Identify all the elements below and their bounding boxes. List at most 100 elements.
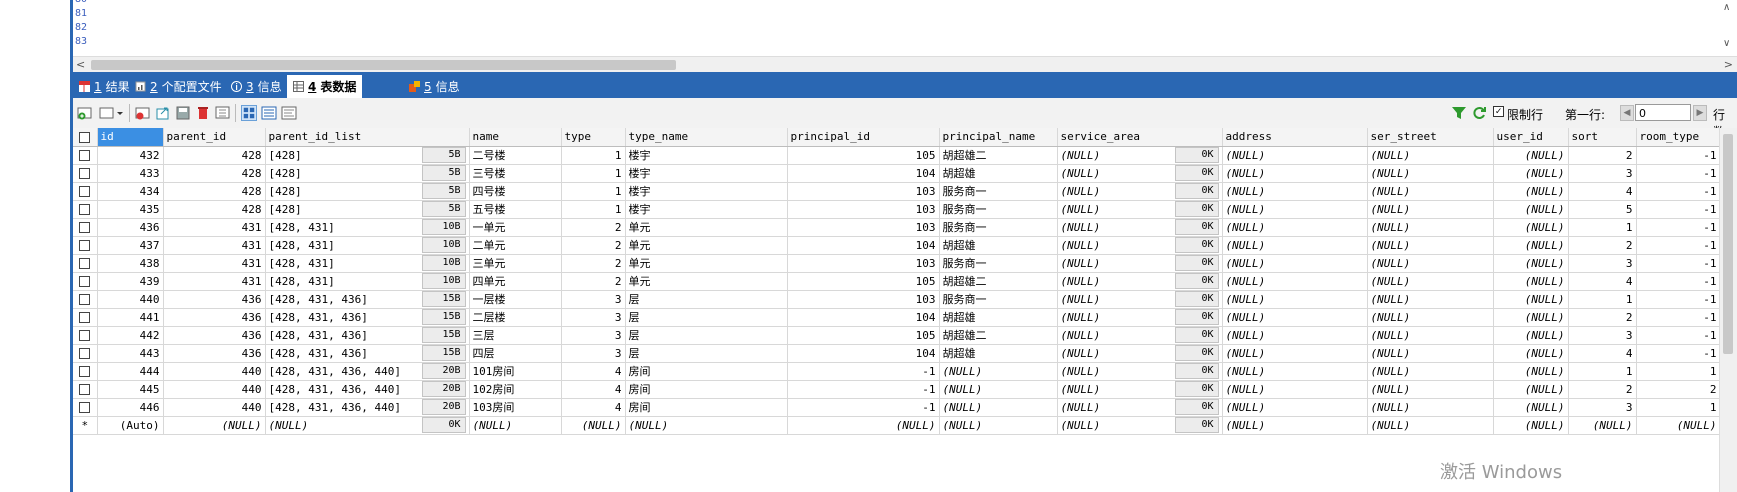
- cell-ser-street[interactable]: (NULL): [1367, 164, 1494, 183]
- blob-size-button[interactable]: 0K: [1174, 417, 1219, 433]
- cell-service-area[interactable]: (NULL) 0K: [1057, 182, 1223, 201]
- cell-address[interactable]: (NULL): [1222, 380, 1368, 399]
- cell-id[interactable]: 438: [97, 254, 164, 273]
- cell-ser-street[interactable]: (NULL): [1367, 344, 1494, 363]
- cell-ser-street[interactable]: (NULL): [1367, 416, 1494, 435]
- blob-size-button[interactable]: 0K: [1174, 273, 1219, 289]
- blob-size-button[interactable]: 0K: [1174, 327, 1219, 343]
- cell-type[interactable]: 4: [561, 380, 626, 399]
- table-row[interactable]: 441 436 [428, 431, 436] 15B 二层楼 3 层 104 胡超雄 (NULL…: [73, 308, 1721, 327]
- cell-principal-id[interactable]: 105: [787, 326, 940, 345]
- cell-type[interactable]: (NULL): [561, 416, 626, 435]
- cell-principal-name[interactable]: 服务商一: [939, 200, 1058, 219]
- blob-size-button[interactable]: 0K: [1174, 399, 1219, 415]
- column-header-ser-street[interactable]: ser_street: [1367, 128, 1494, 147]
- cell-parent-id[interactable]: (NULL): [163, 416, 266, 435]
- cell-user-id[interactable]: (NULL): [1493, 326, 1569, 345]
- copy-row-dropdown-icon[interactable]: [99, 105, 125, 121]
- limit-rows-checkbox[interactable]: ✓: [1493, 106, 1504, 117]
- cell-service-area[interactable]: (NULL) 0K: [1057, 290, 1223, 309]
- column-header-id[interactable]: id: [97, 128, 164, 147]
- cell-room-type[interactable]: -1: [1636, 308, 1721, 327]
- blob-size-button[interactable]: 15B: [421, 327, 466, 343]
- cell-principal-id[interactable]: 103: [787, 182, 940, 201]
- cell-user-id[interactable]: (NULL): [1493, 182, 1569, 201]
- cell-parent-id-list[interactable]: [428] 5B: [265, 164, 470, 183]
- cell-parent-id-list[interactable]: [428, 431, 436] 15B: [265, 326, 470, 345]
- refresh-icon[interactable]: [1471, 105, 1487, 121]
- row-checkbox[interactable]: [73, 272, 98, 291]
- cell-type[interactable]: 2: [561, 272, 626, 291]
- cell-address[interactable]: (NULL): [1222, 218, 1368, 237]
- cell-principal-name[interactable]: 胡超雄二: [939, 272, 1058, 291]
- cell-service-area[interactable]: (NULL) 0K: [1057, 164, 1223, 183]
- cell-address[interactable]: (NULL): [1222, 362, 1368, 381]
- cell-sort[interactable]: 5: [1568, 200, 1637, 219]
- row-checkbox[interactable]: [73, 254, 98, 273]
- cell-principal-name[interactable]: 服务商一: [939, 290, 1058, 309]
- cell-id[interactable]: 437: [97, 236, 164, 255]
- prev-page-button[interactable]: ◀: [1620, 105, 1634, 121]
- cell-type-name[interactable]: 单元: [625, 272, 788, 291]
- cell-parent-id[interactable]: 431: [163, 218, 266, 237]
- cell-type-name[interactable]: 房间: [625, 380, 788, 399]
- cell-address[interactable]: (NULL): [1222, 272, 1368, 291]
- blob-size-button[interactable]: 0K: [1174, 291, 1219, 307]
- cell-parent-id-list[interactable]: (NULL) 0K: [265, 416, 470, 435]
- cell-type-name[interactable]: 楼宇: [625, 182, 788, 201]
- cell-type[interactable]: 2: [561, 218, 626, 237]
- column-header-service-area[interactable]: service_area: [1057, 128, 1223, 147]
- cell-principal-id[interactable]: 103: [787, 218, 940, 237]
- cell-name[interactable]: 101房间: [469, 362, 562, 381]
- cell-sort[interactable]: 4: [1568, 344, 1637, 363]
- cell-parent-id[interactable]: 436: [163, 308, 266, 327]
- cell-room-type[interactable]: -1: [1636, 200, 1721, 219]
- blob-size-button[interactable]: 5B: [421, 165, 466, 181]
- cell-type[interactable]: 2: [561, 254, 626, 273]
- table-row[interactable]: 439 431 [428, 431] 10B 四单元 2 单元 105 胡超雄二 (NULL) 0K…: [73, 272, 1721, 291]
- cell-room-type[interactable]: -1: [1636, 290, 1721, 309]
- cell-principal-id[interactable]: -1: [787, 362, 940, 381]
- cell-room-type[interactable]: -1: [1636, 164, 1721, 183]
- blob-size-button[interactable]: 10B: [421, 219, 466, 235]
- cell-room-type[interactable]: (NULL): [1636, 416, 1721, 435]
- cell-principal-name[interactable]: (NULL): [939, 362, 1058, 381]
- row-checkbox[interactable]: [73, 182, 98, 201]
- cell-id[interactable]: 446: [97, 398, 164, 417]
- column-header-type-name[interactable]: type_name: [625, 128, 788, 147]
- cell-principal-id[interactable]: (NULL): [787, 416, 940, 435]
- cell-service-area[interactable]: (NULL) 0K: [1057, 362, 1223, 381]
- tab-info[interactable]: 3 信息: [231, 76, 282, 97]
- cell-service-area[interactable]: (NULL) 0K: [1057, 398, 1223, 417]
- cell-parent-id[interactable]: 431: [163, 272, 266, 291]
- cell-user-id[interactable]: (NULL): [1493, 344, 1569, 363]
- table-row[interactable]: 440 436 [428, 431, 436] 15B 一层楼 3 层 103 服务商一 (NUL…: [73, 290, 1721, 309]
- grid-vertical-scrollbar[interactable]: [1719, 128, 1737, 492]
- cell-ser-street[interactable]: (NULL): [1367, 200, 1494, 219]
- blob-size-button[interactable]: 0K: [1174, 201, 1219, 217]
- cell-user-id[interactable]: (NULL): [1493, 236, 1569, 255]
- select-all-checkbox[interactable]: [73, 128, 98, 147]
- row-checkbox[interactable]: [73, 200, 98, 219]
- cell-type-name[interactable]: 楼宇: [625, 200, 788, 219]
- cell-name[interactable]: 三号楼: [469, 164, 562, 183]
- row-checkbox[interactable]: [73, 398, 98, 417]
- cell-name[interactable]: 二层楼: [469, 308, 562, 327]
- cell-type-name[interactable]: 楼宇: [625, 164, 788, 183]
- blob-size-button[interactable]: 0K: [1174, 363, 1219, 379]
- table-row[interactable]: 444 440 [428, 431, 436, 440] 20B 101房间 4 房间 -1(…: [73, 362, 1721, 381]
- cell-sort[interactable]: 2: [1568, 308, 1637, 327]
- cell-parent-id-list[interactable]: [428, 431] 10B: [265, 254, 470, 273]
- cell-room-type[interactable]: -1: [1636, 326, 1721, 345]
- table-row[interactable]: 435 428 [428] 5B 五号楼 1 楼宇 103 服务商一 (NULL) 0K (NULL)…: [73, 200, 1721, 219]
- cell-service-area[interactable]: (NULL) 0K: [1057, 200, 1223, 219]
- new-row[interactable]: * (Auto) (NULL) (NULL) 0K (NULL) (NULL) (NULL)(…: [73, 416, 1721, 435]
- cell-parent-id[interactable]: 436: [163, 290, 266, 309]
- cell-id[interactable]: 432: [97, 146, 164, 165]
- cell-address[interactable]: (NULL): [1222, 236, 1368, 255]
- cell-type-name[interactable]: 层: [625, 290, 788, 309]
- row-checkbox[interactable]: [73, 308, 98, 327]
- cell-service-area[interactable]: (NULL) 0K: [1057, 236, 1223, 255]
- cell-parent-id-list[interactable]: [428, 431, 436] 15B: [265, 290, 470, 309]
- cell-room-type[interactable]: -1: [1636, 272, 1721, 291]
